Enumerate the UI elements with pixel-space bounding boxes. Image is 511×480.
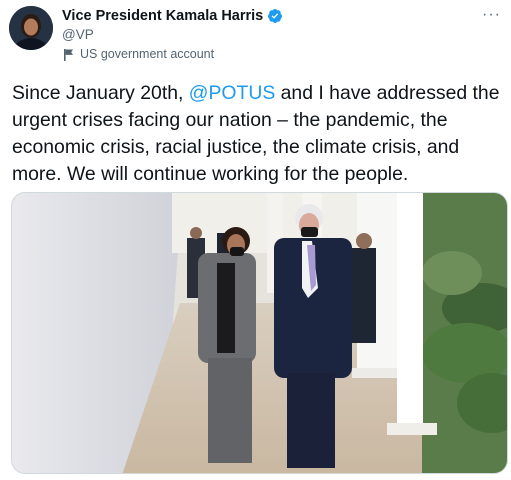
mention-link[interactable]: @POTUS — [189, 82, 275, 104]
verified-badge-icon — [267, 8, 283, 24]
tweet-photo[interactable] — [11, 192, 508, 474]
tweet-text: Since January 20th, @POTUS and I have ad… — [12, 80, 504, 188]
tweet-text-start: Since January 20th, — [12, 82, 189, 104]
avatar-photo-icon — [9, 6, 53, 50]
author-handle[interactable]: @VP — [62, 27, 94, 42]
tweet-card: Vice President Kamala Harris @VP US gove… — [0, 0, 511, 480]
author-display-name[interactable]: Vice President Kamala Harris — [62, 8, 263, 24]
flag-icon — [64, 48, 73, 61]
government-account-label[interactable]: US government account — [63, 47, 214, 61]
author-name-row: Vice President Kamala Harris — [62, 8, 283, 24]
more-options-icon[interactable]: ··· — [482, 6, 501, 24]
colonnade-walk-photo — [12, 193, 507, 473]
government-account-text: US government account — [80, 47, 215, 61]
author-avatar[interactable] — [9, 6, 53, 50]
